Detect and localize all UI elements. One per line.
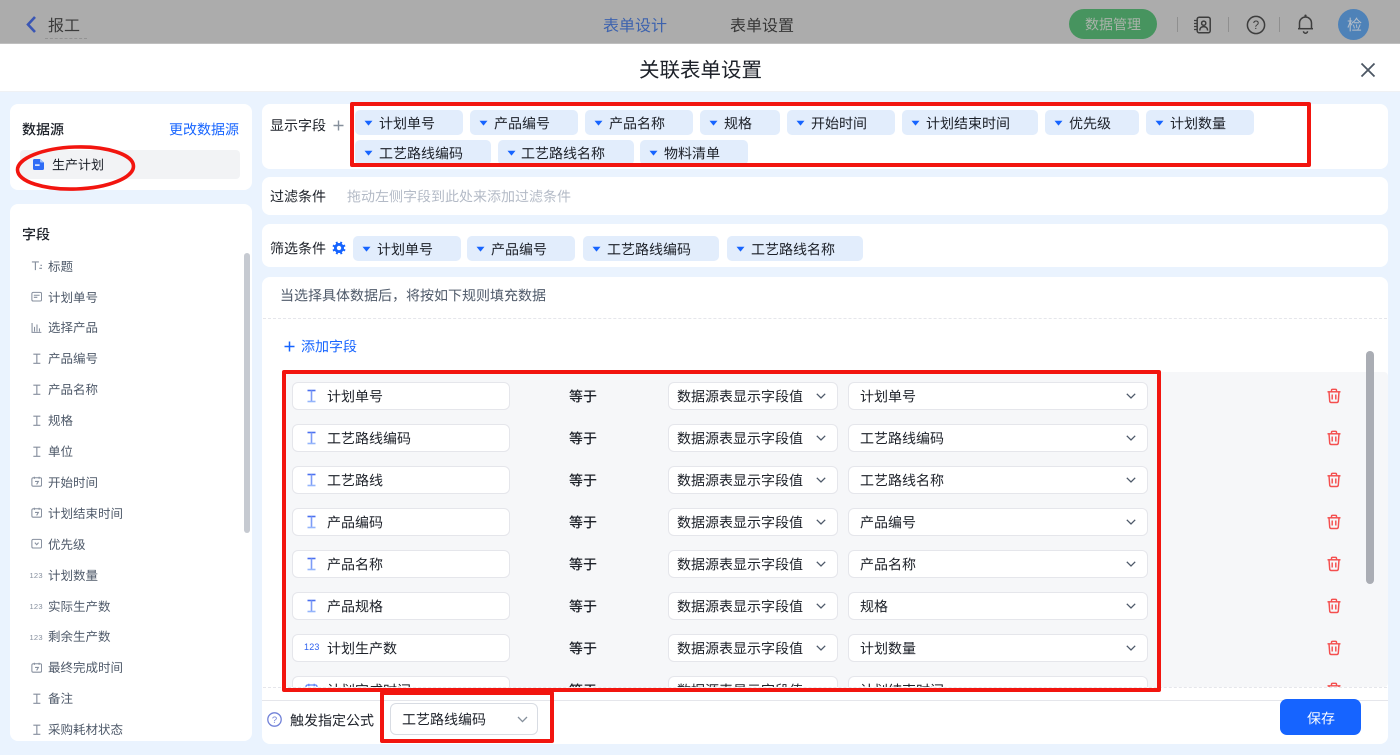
svg-text:?: ? (1253, 20, 1259, 32)
svg-text:?: ? (272, 715, 277, 726)
